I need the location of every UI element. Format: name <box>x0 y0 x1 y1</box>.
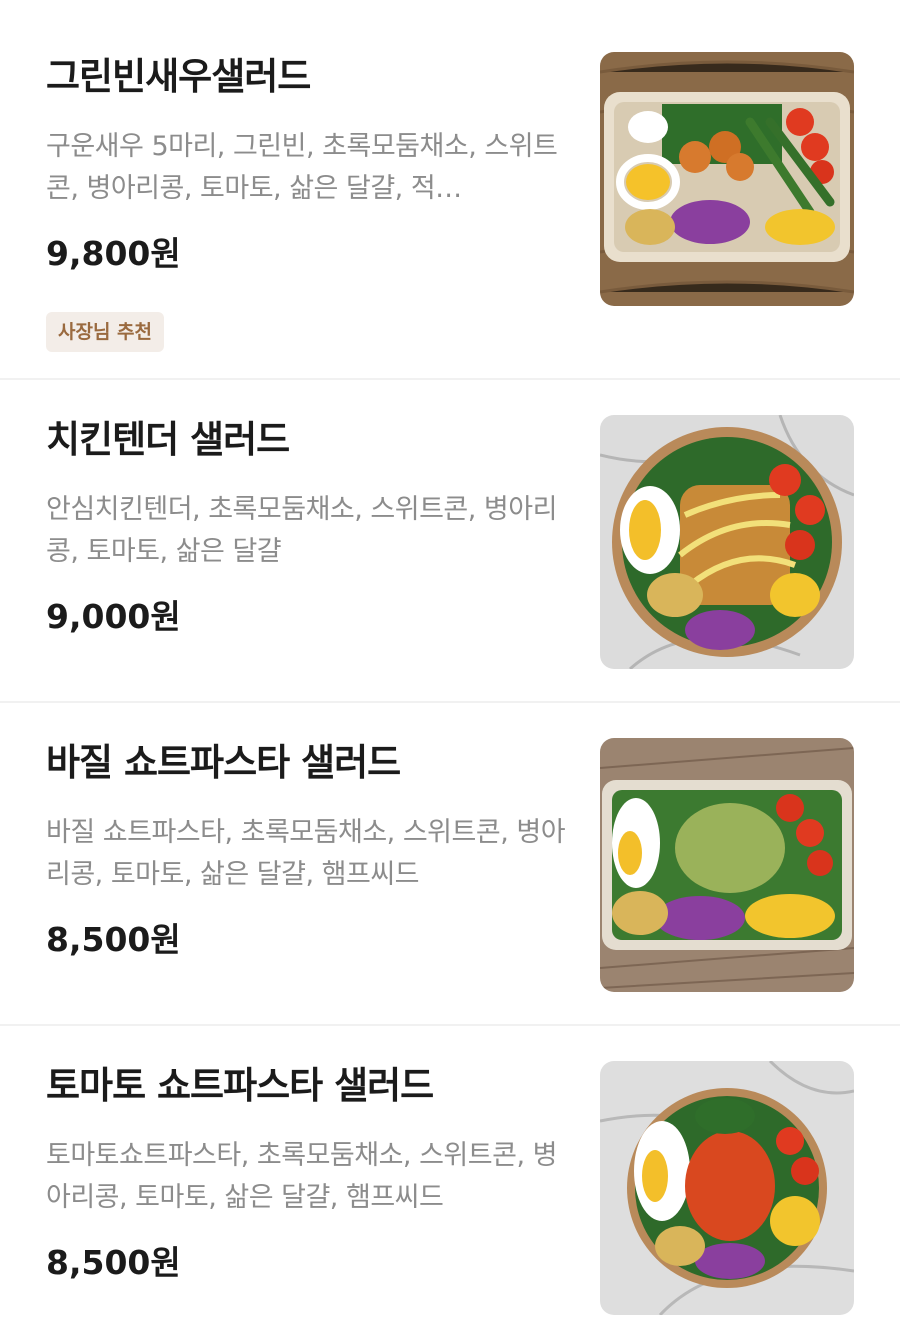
divider <box>0 1024 900 1026</box>
salad-rect-bowl-photo <box>600 738 854 992</box>
menu-item-description: 토마토쇼트파스타, 초록모둠채소, 스위트콘, 병아리콩, 토마토, 삶은 달걀… <box>46 1140 557 1213</box>
menu-item-price: 9,000원 <box>46 597 181 636</box>
menu-item-photo[interactable] <box>600 738 854 992</box>
menu-item-description: 안심치킨텐더, 초록모둠채소, 스위트콘, 병아리콩, 토마토, 삶은 달걀 <box>46 494 557 567</box>
menu-item-title: 치킨텐더 샐러드 <box>46 418 290 461</box>
menu-item-photo[interactable] <box>600 1061 854 1315</box>
owner-recommend-badge: 사장님 추천 <box>46 312 165 352</box>
menu-item-green-bean-shrimp-salad[interactable]: 그린빈새우샐러드 구운새우 5마리, 그린빈, 초록모둠채소, 스위트콘, 병아… <box>0 52 900 352</box>
menu-item-title: 토마토 쇼트파스타 샐러드 <box>46 1064 434 1107</box>
menu-item-description: 바질 쇼트파스타, 초록모둠채소, 스위트콘, 병아리콩, 토마토, 삶은 달걀… <box>46 817 566 890</box>
menu-item-chicken-tender-salad[interactable]: 치킨텐더 샐러드 안심치킨텐더, 초록모둠채소, 스위트콘, 병아리콩, 토마토… <box>0 415 900 675</box>
menu-item-description: 구운새우 5마리, 그린빈, 초록모둠채소, 스위트콘, 병아리콩, 토마토, … <box>46 131 558 204</box>
salad-rect-bowl-photo <box>600 52 854 306</box>
divider <box>0 378 900 380</box>
menu-item-photo[interactable] <box>600 415 854 669</box>
menu-item-price: 8,500원 <box>46 1243 181 1282</box>
menu-item-photo[interactable] <box>600 52 854 306</box>
divider <box>0 701 900 703</box>
menu-item-price: 9,800원 <box>46 234 181 273</box>
menu-item-basil-short-pasta-salad[interactable]: 바질 쇼트파스타 샐러드 바질 쇼트파스타, 초록모둠채소, 스위트콘, 병아리… <box>0 738 900 998</box>
salad-round-bowl-photo <box>600 415 854 669</box>
menu-item-title: 그린빈새우샐러드 <box>46 55 311 98</box>
salad-round-bowl-photo <box>600 1061 854 1315</box>
menu-item-price: 8,500원 <box>46 920 181 959</box>
menu-item-title: 바질 쇼트파스타 샐러드 <box>46 741 401 784</box>
menu-item-tomato-short-pasta-salad[interactable]: 토마토 쇼트파스타 샐러드 토마토쇼트파스타, 초록모둠채소, 스위트콘, 병아… <box>0 1061 900 1321</box>
